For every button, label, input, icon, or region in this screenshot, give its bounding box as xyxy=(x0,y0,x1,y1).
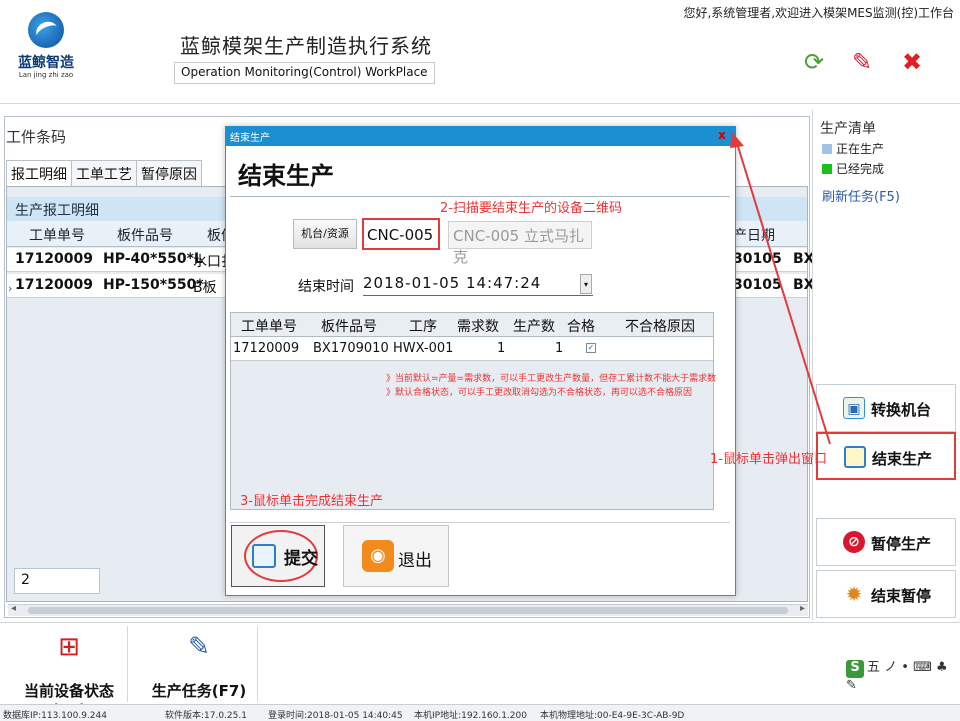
annotation-arrows xyxy=(730,132,831,445)
arrow-head-icon xyxy=(730,132,744,148)
arrow-line xyxy=(735,139,831,445)
annotation-step-1: 1-鼠标单击弹出窗口 xyxy=(710,452,827,467)
